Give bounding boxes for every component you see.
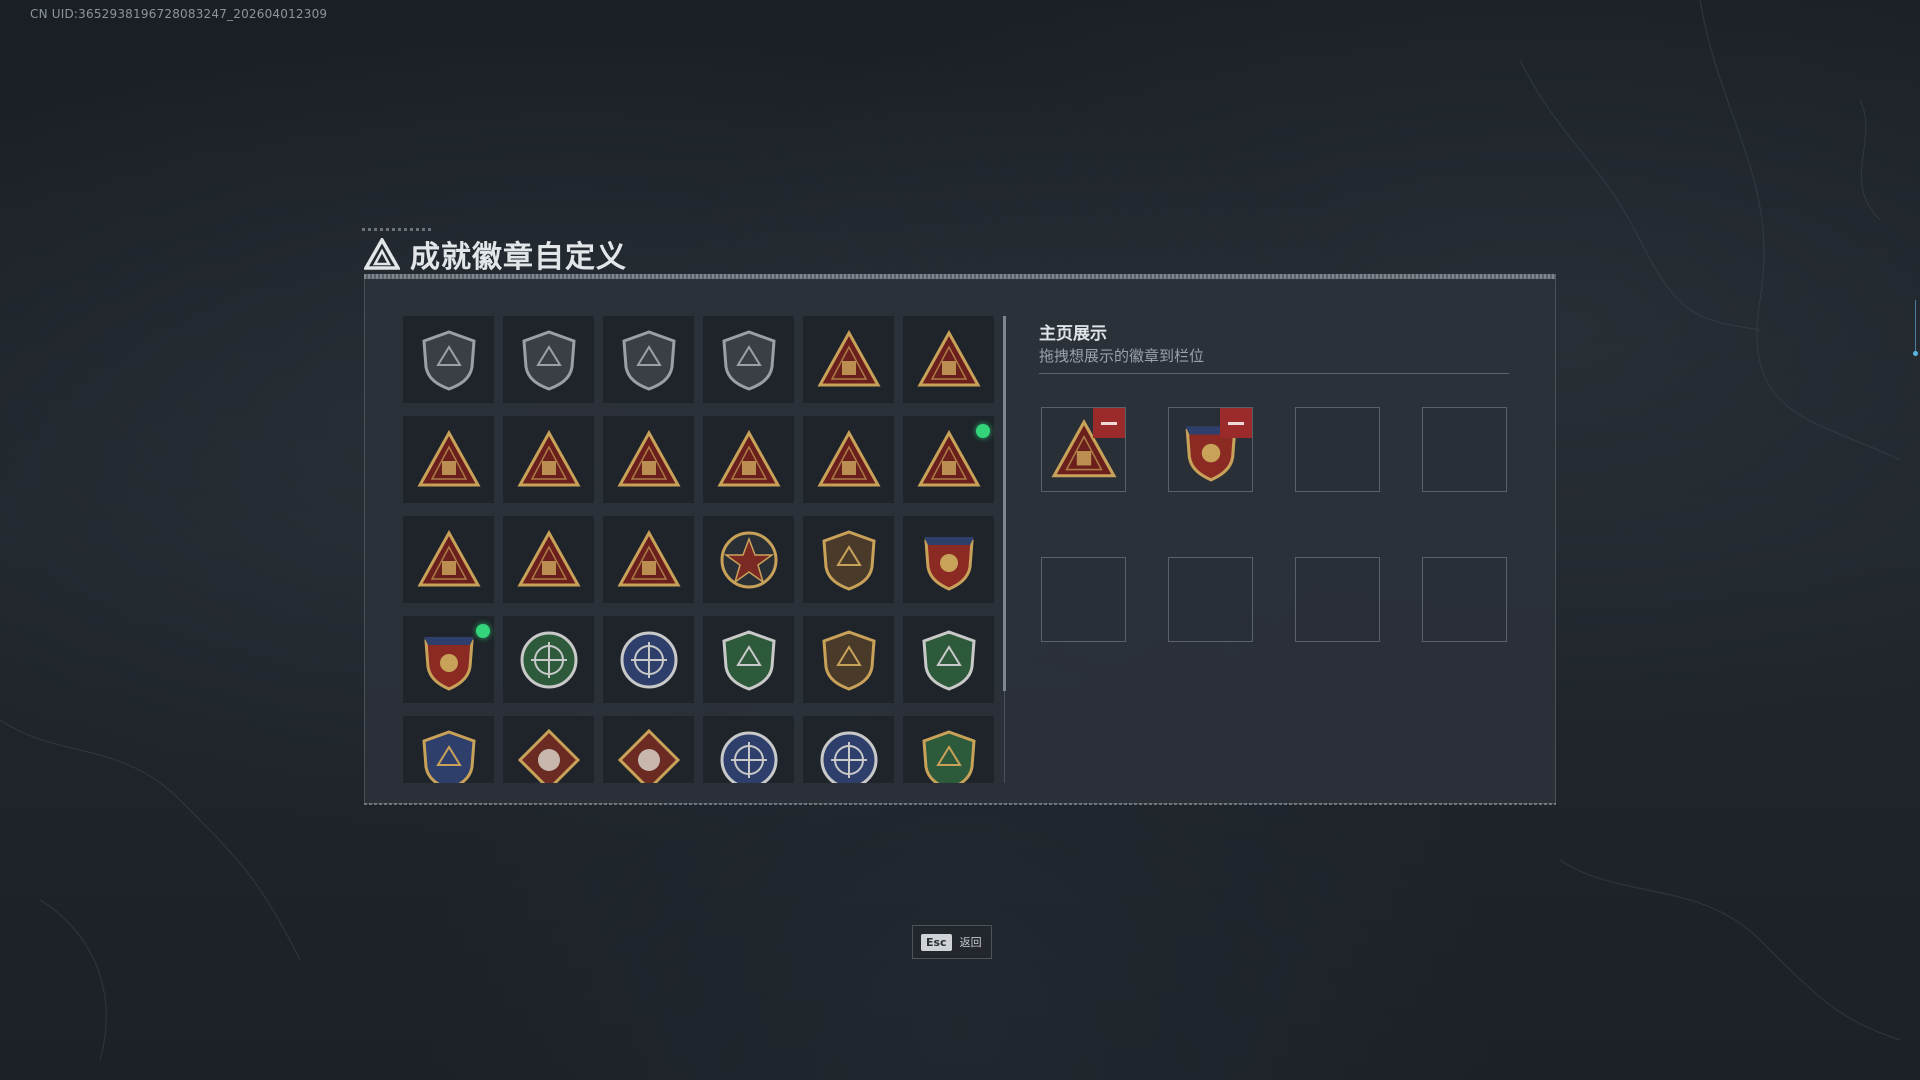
back-label: 返回: [959, 936, 982, 949]
badge-icon: [417, 429, 481, 487]
remove-badge-button[interactable]: [1093, 408, 1125, 438]
badge-grid-scrollbar[interactable]: [1003, 316, 1006, 691]
showcase-slot[interactable]: [1295, 557, 1380, 642]
badge-grid-scroll-track: [1004, 691, 1005, 783]
remove-badge-button[interactable]: [1220, 408, 1252, 438]
badge-icon: [822, 530, 876, 591]
badge-grid: [403, 316, 995, 783]
side-scrollbar[interactable]: [1913, 300, 1918, 356]
badge-icon: [720, 531, 778, 589]
badge-cell[interactable]: [703, 316, 794, 403]
badge-icon: [924, 537, 974, 591]
showcase-title: 主页展示: [1039, 324, 1107, 344]
badge-cell[interactable]: [803, 616, 894, 703]
badge-icon: [422, 330, 476, 391]
uid-label: CN UID:3652938196728083247_202604012309: [30, 7, 328, 21]
badge-cell[interactable]: [803, 516, 894, 603]
title-decoration: [362, 228, 432, 231]
showcase-slot[interactable]: [1422, 557, 1507, 642]
badge-cell[interactable]: [903, 316, 994, 403]
badge-cell[interactable]: [503, 516, 594, 603]
badge-icon: [917, 329, 981, 387]
badge-icon: [820, 731, 878, 783]
badge-cell[interactable]: [503, 716, 594, 783]
badge-cell[interactable]: [703, 616, 794, 703]
badge-cell[interactable]: [403, 416, 494, 503]
showcase-slot[interactable]: [1168, 557, 1253, 642]
badge-icon: [517, 429, 581, 487]
badge-icon: [522, 330, 576, 391]
badge-icon: [520, 631, 578, 689]
badge-icon: [617, 429, 681, 487]
page-title-text: 成就徽章自定义: [410, 240, 627, 275]
badge-cell[interactable]: [903, 516, 994, 603]
esc-key-hint: Esc: [921, 933, 952, 951]
showcase-divider: [1039, 373, 1509, 374]
badge-cell[interactable]: [903, 416, 994, 503]
badge-icon: [717, 429, 781, 487]
badge-icon: [617, 529, 681, 587]
badge-cell[interactable]: [403, 316, 494, 403]
showcase-slot[interactable]: [1041, 557, 1126, 642]
badge-cell[interactable]: [603, 616, 694, 703]
minus-icon: [1101, 421, 1117, 425]
showcase-slot[interactable]: [1295, 407, 1380, 492]
badge-cell[interactable]: [603, 716, 694, 783]
page-title: 成就徽章自定义: [364, 232, 627, 276]
badge-icon: [917, 429, 981, 487]
badge-cell[interactable]: [703, 716, 794, 783]
badge-icon: [422, 730, 476, 783]
panel-top-bar: [364, 274, 1556, 279]
badge-icon: [720, 731, 778, 783]
badge-cell[interactable]: [703, 516, 794, 603]
badge-icon: [622, 330, 676, 391]
showcase-slot[interactable]: [1422, 407, 1507, 492]
badge-cell[interactable]: [403, 716, 494, 783]
showcase-hint: 拖拽想展示的徽章到栏位: [1039, 347, 1205, 365]
badge-cell[interactable]: [903, 716, 994, 783]
badge-icon: [722, 330, 776, 391]
badge-icon: [417, 529, 481, 587]
badge-icon: [817, 329, 881, 387]
badge-cell[interactable]: [503, 316, 594, 403]
minus-icon: [1228, 421, 1244, 425]
badge-icon: [620, 631, 678, 689]
badge-cell[interactable]: [403, 516, 494, 603]
badge-icon: [922, 730, 976, 783]
badge-cell[interactable]: [603, 316, 694, 403]
badge-icon: [517, 728, 581, 783]
badge-icon: [617, 728, 681, 783]
badge-cell[interactable]: [603, 516, 694, 603]
badge-cell[interactable]: [903, 616, 994, 703]
logo-triangle-icon: [364, 238, 400, 270]
panel-bottom-border: [364, 803, 1556, 805]
badge-cell[interactable]: [803, 716, 894, 783]
back-button[interactable]: Esc 返回: [912, 925, 992, 959]
badge-icon: [922, 630, 976, 691]
new-indicator-dot: [476, 624, 490, 638]
badge-icon: [817, 429, 881, 487]
new-indicator-dot: [976, 424, 990, 438]
badge-cell[interactable]: [603, 416, 694, 503]
showcase-slot[interactable]: [1168, 407, 1253, 492]
badge-cell[interactable]: [803, 316, 894, 403]
badge-icon: [822, 630, 876, 691]
badge-icon: [517, 529, 581, 587]
badge-icon: [424, 637, 474, 691]
badge-cell[interactable]: [503, 416, 594, 503]
badge-icon: [722, 630, 776, 691]
showcase-slot[interactable]: [1041, 407, 1126, 492]
badge-cell[interactable]: [803, 416, 894, 503]
badge-cell[interactable]: [703, 416, 794, 503]
badge-cell[interactable]: [403, 616, 494, 703]
badge-cell[interactable]: [503, 616, 594, 703]
